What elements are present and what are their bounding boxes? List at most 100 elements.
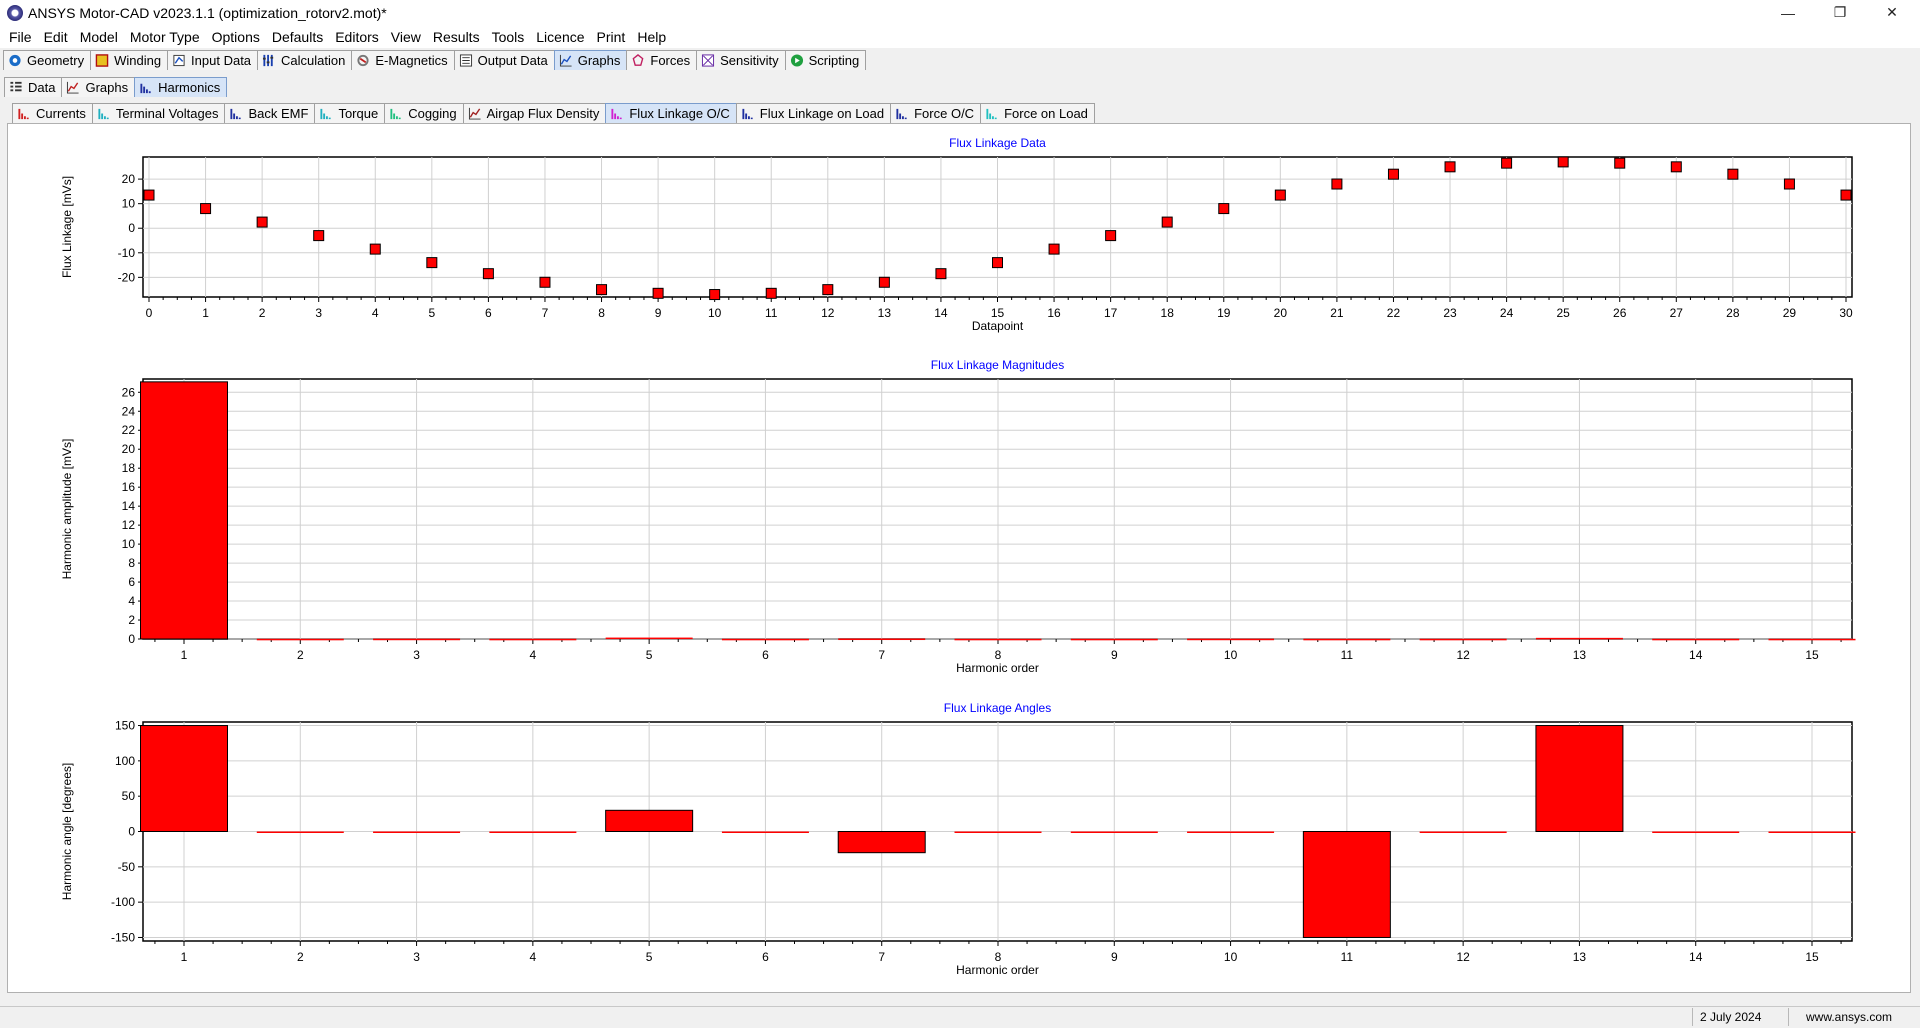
menu-edit[interactable]: Edit [39,29,75,45]
x-tick-label: 21 [1330,306,1344,320]
tab-forces[interactable]: Forces [626,50,698,70]
tab-scripting[interactable]: Scripting [784,50,867,70]
x-tick-label: 4 [530,950,537,964]
x-tick-label: 13 [878,306,892,320]
tab-label: Graphs [85,80,129,95]
menu-editors[interactable]: Editors [330,29,386,45]
tab-harmonics[interactable]: Harmonics [134,77,228,97]
data-point [1444,161,1456,173]
tab-terminal-voltages[interactable]: Terminal Voltages [91,103,226,123]
e-magnetics-icon [357,54,369,67]
input-data-icon [173,54,185,67]
y-tick-label: 24 [122,404,136,418]
tab-airgap-flux-density[interactable]: Airgap Flux Density [462,103,607,123]
x-tick-label: 11 [1341,950,1354,964]
tab-force-on-load[interactable]: Force on Load [980,103,1095,123]
data-point [482,268,494,280]
tab-label: Flux Linkage O/C [629,106,730,121]
tab-label: Data [28,80,56,95]
y-tick-label: 22 [122,423,136,437]
main-tab-bar: Geometry Winding Input Data Calculation … [3,50,867,70]
x-tick-label: 18 [1161,306,1175,320]
y-tick-label: -10 [118,246,136,260]
tab-input-data[interactable]: Input Data [167,50,259,70]
x-tick-label: 15 [1805,648,1819,662]
x-tick-label: 8 [598,306,605,320]
menu-tools[interactable]: Tools [487,29,532,45]
data-bar [1652,638,1740,641]
line-graph-icon [468,107,481,120]
menu-licence[interactable]: Licence [531,29,591,45]
title-bar: ANSYS Motor-CAD v2023.1.1 (optimization_… [0,0,1920,25]
tab-geometry[interactable]: Geometry [3,50,92,70]
data-bar [838,638,926,641]
menu-print[interactable]: Print [592,29,633,45]
tab-calculation[interactable]: Calculation [257,50,353,70]
tab-graphs[interactable]: Graphs [553,50,628,70]
x-tick-label: 3 [315,306,322,320]
data-bar [1419,638,1507,641]
tab-back-emf[interactable]: Back EMF [224,103,316,123]
menu-help[interactable]: Help [632,29,673,45]
data-bar [256,638,344,641]
x-tick-label: 11 [1341,648,1354,662]
close-icon[interactable]: ✕ [1869,0,1915,25]
harmonics-bar-icon [742,108,753,120]
x-tick-label: 16 [1047,306,1061,320]
tab-label: Calculation [281,53,346,68]
tab-e-magnetics[interactable]: E-Magnetics [351,50,455,70]
data-point [822,284,834,296]
data-bar [1070,638,1158,641]
minimize-icon[interactable]: — [1765,0,1811,25]
x-tick-label: 4 [372,306,379,320]
tab-torque[interactable]: Torque [314,103,386,123]
x-axis-label: Harmonic order [956,661,1039,675]
restore-icon[interactable]: ❐ [1817,0,1863,25]
data-point [1727,168,1739,180]
x-tick-label: 2 [259,306,266,320]
tab-sensitivity[interactable]: Sensitivity [696,50,786,70]
x-axis-label: Harmonic order [956,963,1039,977]
y-tick-label: 6 [128,575,135,589]
window-title: ANSYS Motor-CAD v2023.1.1 (optimization_… [28,4,387,21]
data-bar [954,638,1042,641]
x-tick-label: 20 [1274,306,1288,320]
data-point [426,257,438,269]
output-data-icon [459,54,472,67]
tab-output-data[interactable]: Output Data [453,50,555,70]
x-tick-label: 19 [1217,306,1231,320]
tab-label: Sensitivity [720,53,779,68]
y-tick-label: -150 [111,930,135,944]
x-tick-label: 2 [297,950,304,964]
tab-label: Forces [650,53,691,68]
data-point [1048,243,1060,255]
tab-flux-linkage-on-load[interactable]: Flux Linkage on Load [735,103,892,123]
data-point [1331,178,1343,190]
status-separator [1788,1008,1789,1026]
menu-model[interactable]: Model [75,29,125,45]
data-bar [1768,831,1856,833]
tab-force-oc[interactable]: Force O/C [890,103,982,123]
y-tick-label: 12 [122,518,136,532]
tab-currents[interactable]: Currents [12,103,93,123]
tab-sub-graphs[interactable]: Graphs [61,77,136,97]
tab-label: Winding [114,53,162,68]
menu-view[interactable]: View [386,29,428,45]
tab-winding[interactable]: Winding [90,50,169,70]
data-bar [373,831,461,833]
data-bar [1535,637,1623,640]
data-bar [1302,831,1391,938]
menu-options[interactable]: Options [207,29,267,45]
menu-defaults[interactable]: Defaults [267,29,330,45]
data-bar [489,638,577,641]
tab-cogging[interactable]: Cogging [384,103,464,123]
menu-motor-type[interactable]: Motor Type [125,29,207,45]
x-tick-label: 12 [1456,648,1470,662]
menu-file[interactable]: File [4,29,39,45]
menu-results[interactable]: Results [428,29,487,45]
tab-data[interactable]: Data [4,77,63,97]
x-tick-label: 7 [542,306,549,320]
x-tick-label: 13 [1573,648,1587,662]
tab-flux-linkage-oc[interactable]: Flux Linkage O/C [605,103,737,123]
x-tick-label: 29 [1783,306,1797,320]
